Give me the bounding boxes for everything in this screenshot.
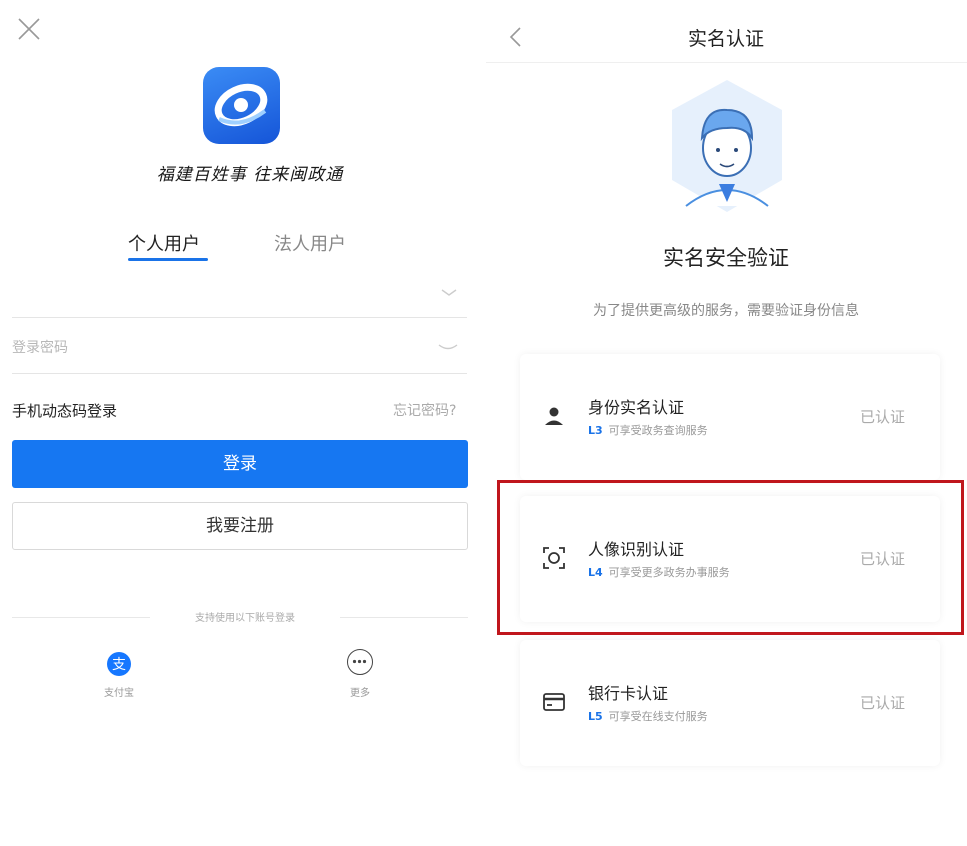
verify-subtitle: 为了提供更高级的服务，需要验证身份信息	[593, 303, 859, 319]
login-button[interactable]: 登录	[12, 440, 468, 488]
alipay-label[interactable]: 支付宝	[98, 684, 140, 699]
password-field[interactable]: 登录密码	[12, 337, 68, 357]
verify-heading: 实名安全验证	[663, 246, 789, 270]
username-field[interactable]	[12, 272, 467, 316]
card-status: 已认证	[860, 408, 906, 426]
card-title: 身份实名认证	[588, 398, 685, 417]
person-icon	[545, 407, 563, 425]
nav-bar: 实名认证	[486, 10, 967, 63]
sms-login-link[interactable]: 手机动态码登录	[12, 400, 117, 421]
login-panel: 福建百姓事 往来闽政通 个人用户 法人用户 登录密码 手机动态码登录 忘记密码?…	[0, 0, 485, 846]
tab-legal-user[interactable]: 法人用户	[274, 230, 346, 256]
register-button[interactable]: 我要注册	[12, 502, 468, 550]
back-arrow-icon[interactable]	[508, 26, 522, 48]
tab-personal-user[interactable]: 个人用户	[128, 230, 200, 256]
more-label[interactable]: 更多	[338, 684, 382, 699]
verify-card-bank[interactable]: 银行卡认证 L5 可享受在线支付服务 已认证	[520, 640, 940, 766]
verify-panel: 实名认证 实名安全验证 为了提供更高级的服务，需要验证身份信息 身份实名认证 L…	[486, 0, 967, 846]
user-avatar-icon	[672, 80, 782, 212]
app-slogan: 福建百姓事 往来闽政通	[156, 165, 344, 185]
highlight-box	[497, 480, 964, 635]
active-tab-indicator	[128, 258, 208, 261]
card-title: 银行卡认证	[588, 684, 669, 703]
more-icon[interactable]	[347, 649, 373, 675]
app-logo-icon	[214, 83, 268, 127]
card-desc: L3 可享受政务查询服务	[588, 422, 708, 438]
divider-left	[12, 617, 150, 618]
third-party-login-caption: 支持使用以下账号登录	[195, 613, 295, 624]
card-status: 已认证	[860, 694, 906, 712]
card-desc-text: 可享受政务查询服务	[608, 424, 708, 437]
forgot-password-link[interactable]: 忘记密码?	[393, 400, 456, 420]
page-title: 实名认证	[687, 28, 764, 50]
eye-hidden-icon[interactable]	[437, 342, 459, 352]
bank-card-icon	[543, 693, 565, 711]
field-divider	[12, 317, 467, 318]
alipay-icon[interactable]: 支	[107, 652, 131, 676]
close-icon[interactable]	[14, 14, 44, 44]
app-logo	[203, 67, 280, 144]
card-desc-text: 可享受在线支付服务	[608, 710, 708, 723]
verify-card-id[interactable]: 身份实名认证 L3 可享受政务查询服务 已认证	[520, 354, 940, 480]
svg-text:支: 支	[112, 657, 126, 673]
card-level: L3	[588, 424, 603, 437]
divider-right	[340, 617, 468, 618]
field-divider	[12, 373, 467, 374]
dropdown-icon[interactable]	[440, 288, 458, 298]
card-level: L5	[588, 710, 603, 723]
card-desc: L5 可享受在线支付服务	[588, 708, 708, 724]
